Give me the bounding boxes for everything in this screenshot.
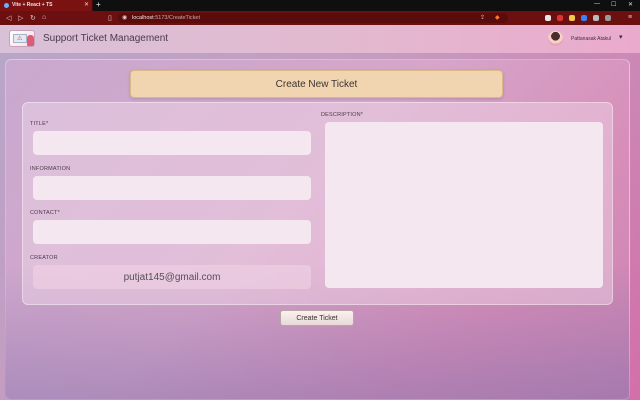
- creator-field: [33, 265, 311, 289]
- profile-icon[interactable]: [605, 15, 611, 21]
- address-bar[interactable]: ◉ localhost:5173/CreateTicket ⇪ ◆: [118, 13, 508, 23]
- title-label: TITLE*: [30, 121, 49, 127]
- url-text: localhost:5173/CreateTicket: [132, 15, 200, 21]
- browser-tab-strip: Vite + React + TS ✕ + — ☐ ✕: [0, 0, 640, 11]
- site-info-icon[interactable]: ◉: [122, 14, 127, 21]
- url-host: localhost: [132, 15, 154, 21]
- vite-favicon-icon: [4, 3, 9, 8]
- maximize-icon[interactable]: ☐: [611, 1, 616, 8]
- support-logo-icon: ⚠: [9, 30, 35, 47]
- home-icon[interactable]: ⌂: [42, 14, 46, 21]
- forward-icon[interactable]: ▷: [18, 14, 23, 22]
- app-header: ⚠ Support Ticket Management Pattanasak A…: [0, 25, 640, 53]
- avatar[interactable]: [548, 31, 563, 46]
- extension-icon[interactable]: [545, 15, 551, 21]
- back-icon[interactable]: ◁: [6, 14, 11, 22]
- tab-close-icon[interactable]: ✕: [84, 1, 89, 8]
- extension-icon[interactable]: [581, 15, 587, 21]
- contact-input[interactable]: [33, 220, 311, 244]
- title-input[interactable]: [33, 131, 311, 155]
- share-icon[interactable]: ⇪: [480, 14, 485, 21]
- creator-label: CREATOR: [30, 255, 58, 261]
- extension-icon[interactable]: [569, 15, 575, 21]
- page-title: Create New Ticket: [275, 78, 358, 90]
- bookmark-icon[interactable]: ▯: [108, 14, 112, 22]
- browser-tab[interactable]: Vite + React + TS ✕: [0, 0, 93, 11]
- ticket-form: TITLE* INFORMATION CONTACT* CREATOR DESC…: [22, 102, 613, 305]
- window-close-icon[interactable]: ✕: [628, 1, 633, 8]
- create-ticket-button[interactable]: Create Ticket: [280, 310, 354, 326]
- information-label: INFORMATION: [30, 166, 71, 172]
- browser-tab-title: Vite + React + TS: [12, 2, 53, 8]
- app-title: Support Ticket Management: [43, 33, 169, 44]
- brave-shield-icon[interactable]: ◆: [495, 14, 500, 21]
- minimize-icon[interactable]: —: [594, 1, 600, 7]
- extensions-puzzle-icon[interactable]: [593, 15, 599, 21]
- extension-icon[interactable]: [557, 15, 563, 21]
- description-label: DESCRIPTION*: [321, 112, 364, 118]
- contact-label: CONTACT*: [30, 210, 60, 216]
- browser-toolbar: ◁ ▷ ↻ ⌂ ▯ ◉ localhost:5173/CreateTicket …: [0, 11, 640, 25]
- url-path: :5173/CreateTicket: [153, 15, 200, 21]
- user-name[interactable]: Pattanasak Atakul: [571, 36, 611, 42]
- app-root: ⚠ Support Ticket Management Pattanasak A…: [0, 25, 640, 400]
- reload-icon[interactable]: ↻: [30, 14, 36, 22]
- form-heading-box: Create New Ticket: [130, 70, 503, 98]
- user-menu-chevron-down-icon[interactable]: ▾: [619, 33, 623, 41]
- description-textarea[interactable]: [325, 122, 603, 288]
- browser-menu-icon[interactable]: ≡: [628, 14, 632, 21]
- information-input[interactable]: [33, 176, 311, 200]
- new-tab-icon[interactable]: +: [96, 0, 101, 9]
